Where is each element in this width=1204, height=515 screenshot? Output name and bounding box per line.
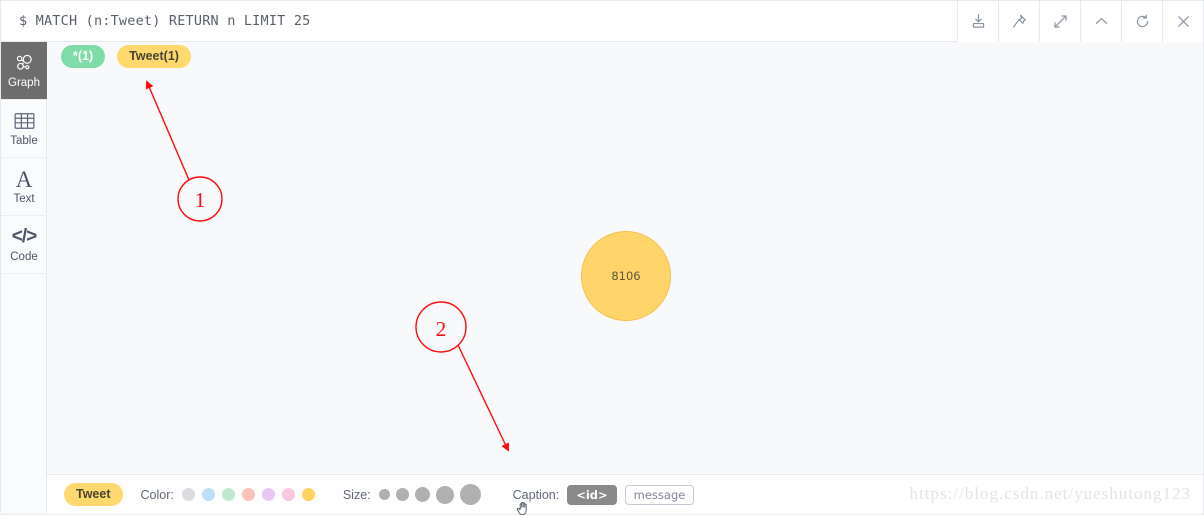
legend-label-pill[interactable]: Tweet <box>64 483 123 506</box>
sidebar-item-text[interactable]: A Text <box>1 158 47 216</box>
sidebar-item-label: Graph <box>8 77 40 89</box>
sidebar-item-table[interactable]: Table <box>1 100 47 158</box>
color-swatch[interactable] <box>261 488 275 501</box>
query-text[interactable]: $ MATCH (n:Tweet) RETURN n LIMIT 25 <box>1 13 957 29</box>
color-swatch-selected[interactable] <box>301 488 315 501</box>
legend-pill-tweet[interactable]: Tweet(1) <box>117 45 191 68</box>
refresh-icon[interactable] <box>1121 0 1162 42</box>
graph-node-caption: 8106 <box>611 269 641 283</box>
sidebar-item-label: Code <box>10 251 38 263</box>
sidebar-item-graph[interactable]: Graph <box>1 42 47 100</box>
pin-icon[interactable] <box>998 0 1039 42</box>
view-sidebar: Graph Table A Text </> Code <box>1 42 47 514</box>
graph-icon <box>13 51 35 75</box>
annotation-label: 2 <box>436 317 447 341</box>
mouse-cursor-icon <box>516 501 527 515</box>
color-swatch[interactable] <box>201 488 215 501</box>
color-swatch-row <box>181 488 315 501</box>
size-dot[interactable] <box>378 489 390 500</box>
sidebar-item-label: Table <box>10 135 38 147</box>
color-swatch[interactable] <box>241 488 255 501</box>
watermark: https://blog.csdn.net/yueshutong123 <box>909 484 1191 503</box>
size-dot-row <box>378 484 481 505</box>
collapse-up-icon[interactable] <box>1080 0 1121 42</box>
size-dot[interactable] <box>435 485 454 504</box>
annotation-marker-2: 2 <box>415 301 510 452</box>
table-icon <box>14 109 35 133</box>
annotation-label: 1 <box>195 188 206 212</box>
color-swatch[interactable] <box>221 488 235 501</box>
caption-picker-group: Caption: <id> message <box>513 484 695 505</box>
size-dot[interactable] <box>414 487 430 502</box>
code-icon: </> <box>11 226 38 247</box>
frame-toolbar <box>957 0 1203 42</box>
legend-pill-all[interactable]: *(1) <box>61 45 106 68</box>
color-swatch[interactable] <box>281 488 295 501</box>
color-picker-group: Color: <box>141 488 315 502</box>
color-label: Color: <box>140 487 174 502</box>
style-legend-bar: Tweet Color: Size: Caption: <id> message… <box>47 474 1203 515</box>
expand-icon[interactable] <box>1039 0 1080 42</box>
sidebar-item-label: Text <box>13 193 35 205</box>
graph-node[interactable]: 8106 <box>581 231 671 321</box>
download-icon[interactable] <box>957 0 998 42</box>
annotation-marker-1: 1 <box>145 80 223 222</box>
graph-legend-pills: *(1) Tweet(1) <box>61 45 191 68</box>
neo4j-browser-result-frame: $ MATCH (n:Tweet) RETURN n LIMIT 25 Grap… <box>0 0 1204 515</box>
caption-option-id[interactable]: <id> <box>567 484 617 505</box>
sidebar-item-code[interactable]: </> Code <box>1 216 47 274</box>
size-label: Size: <box>342 487 371 502</box>
graph-canvas[interactable]: *(1) Tweet(1) 8106 1 2 <box>47 42 1203 474</box>
text-icon: A <box>15 166 33 192</box>
size-dot-selected[interactable] <box>459 484 481 505</box>
size-dot[interactable] <box>395 488 409 501</box>
close-icon[interactable] <box>1162 0 1203 42</box>
query-bar: $ MATCH (n:Tweet) RETURN n LIMIT 25 <box>1 0 1203 42</box>
color-swatch[interactable] <box>181 488 195 501</box>
size-picker-group: Size: <box>343 484 481 505</box>
caption-option-message[interactable]: message <box>624 484 695 505</box>
